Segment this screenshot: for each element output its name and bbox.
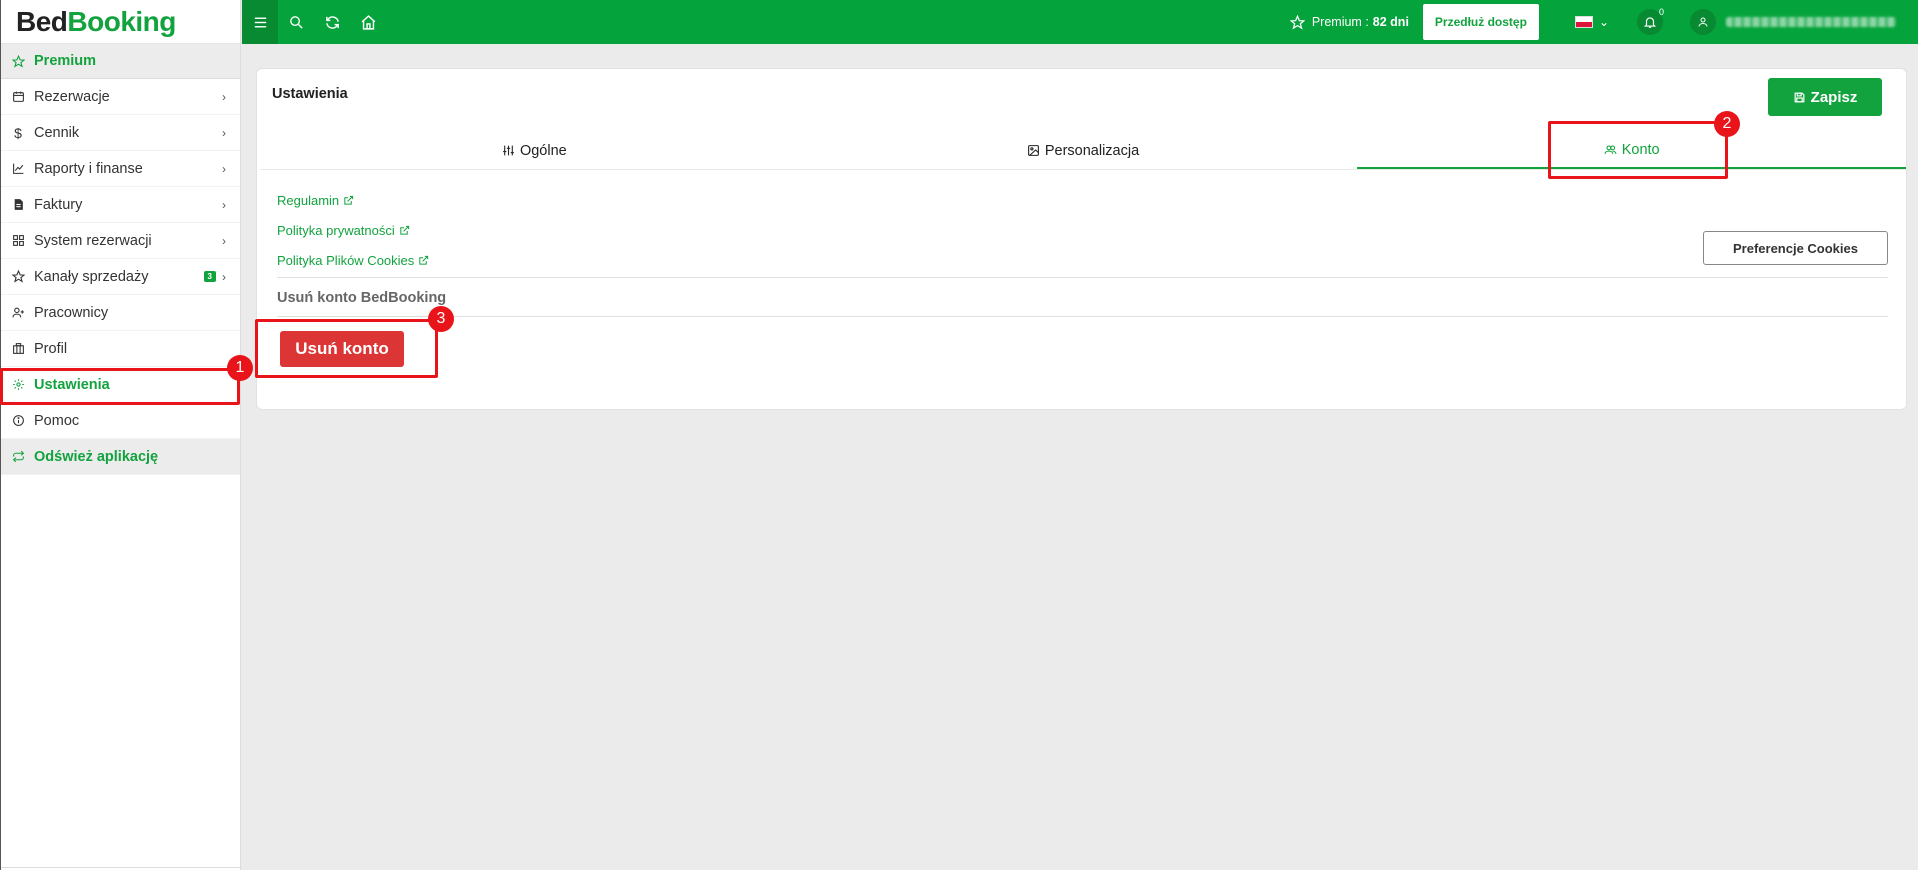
- poland-flag-icon[interactable]: [1574, 16, 1593, 28]
- sidebar: Bed Booking Premium Rezerwacje › $ Cennik…: [0, 0, 241, 870]
- chevron-right-icon: ›: [222, 233, 226, 248]
- sidebar-item-faktury[interactable]: Faktury ›: [1, 187, 240, 223]
- calendar-icon: [11, 90, 25, 104]
- sidebar-nav: Premium Rezerwacje › $ Cennik › Raporty …: [1, 44, 240, 475]
- hamburger-icon: [254, 17, 266, 27]
- logo-text-booking: Booking: [67, 5, 176, 37]
- notifications-button[interactable]: 0: [1637, 7, 1664, 35]
- app-logo[interactable]: Bed Booking: [1, 0, 240, 44]
- refresh-icon: [11, 450, 25, 464]
- star-icon: [11, 270, 25, 284]
- link-label: Polityka Plików Cookies: [277, 252, 415, 268]
- chevron-right-icon: ›: [222, 269, 226, 284]
- annotation-box-3: [255, 319, 438, 378]
- external-link-icon: [419, 255, 429, 265]
- cookie-preferences-button[interactable]: Preferencje Cookies: [1703, 231, 1888, 265]
- annotation-marker-3: 3: [428, 306, 454, 332]
- link-privacy-policy[interactable]: Polityka prywatności: [277, 215, 429, 245]
- sidebar-item-cennik[interactable]: $ Cennik ›: [1, 115, 240, 151]
- legal-links: Regulamin Polityka prywatności Polityka …: [277, 185, 429, 275]
- annotation-box-2: [1548, 121, 1728, 179]
- save-icon: [1794, 92, 1805, 102]
- save-label: Zapisz: [1810, 88, 1858, 106]
- menu-toggle-button[interactable]: [242, 0, 278, 44]
- external-link-icon: [400, 225, 409, 235]
- tab-ogolne[interactable]: Ogólne: [260, 132, 809, 169]
- sidebar-item-raporty[interactable]: Raporty i finanse ›: [1, 151, 240, 187]
- page-title: Ustawienia: [272, 86, 348, 102]
- info-icon: [11, 414, 25, 428]
- sidebar-item-label: Kanały sprzedaży: [34, 268, 149, 285]
- home-icon: [361, 14, 375, 30]
- star-icon: [11, 54, 25, 68]
- sidebar-item-label: Rezerwacje: [34, 88, 110, 105]
- link-label: Regulamin: [277, 192, 340, 208]
- dollar-icon: $: [14, 124, 22, 141]
- annotation-marker-2: 2: [1714, 111, 1740, 137]
- extend-access-button[interactable]: Przedłuż dostęp: [1422, 4, 1539, 40]
- tab-personalizacja[interactable]: Personalizacja: [809, 132, 1358, 169]
- sidebar-item-label: System rezerwacji: [34, 232, 152, 249]
- settings-card: Ustawienia Zapisz Ogólne Personalizacja …: [256, 68, 1907, 410]
- external-link-icon: [344, 195, 354, 205]
- premium-days: 82 dni: [1372, 15, 1409, 29]
- grid-icon: [11, 234, 25, 248]
- sidebar-item-label: Profil: [34, 340, 68, 357]
- user-icon: [1698, 17, 1708, 27]
- logo-text-bed: Bed: [16, 5, 68, 37]
- user-avatar[interactable]: [1690, 9, 1716, 35]
- sidebar-item-pomoc[interactable]: Pomoc: [1, 403, 240, 439]
- search-icon: [289, 15, 303, 29]
- users-icon: [11, 306, 25, 320]
- chevron-right-icon: ›: [222, 161, 226, 176]
- annotation-box-1: [0, 368, 240, 405]
- sync-icon: [325, 15, 339, 29]
- sidebar-item-label: Premium: [34, 53, 97, 69]
- notifications-count: 0: [1658, 7, 1664, 17]
- sidebar-item-label: Pomoc: [34, 412, 80, 429]
- bell-icon: [1643, 17, 1657, 28]
- sidebar-item-pracownicy[interactable]: Pracownicy: [1, 295, 240, 331]
- chevron-right-icon: ›: [222, 125, 226, 140]
- sliders-icon: [503, 145, 514, 156]
- sidebar-item-refresh-app[interactable]: Odśwież aplikację: [1, 439, 240, 475]
- annotation-marker-1: 1: [227, 355, 253, 381]
- link-label: Polityka prywatności: [277, 222, 395, 238]
- channels-count-badge: 3: [203, 271, 216, 282]
- tab-label: Personalizacja: [1044, 142, 1140, 159]
- star-icon: [1289, 14, 1305, 30]
- home-button[interactable]: [350, 0, 386, 44]
- user-name-blurred[interactable]: [1726, 17, 1896, 27]
- top-bar-right: Premium : 82 dni Przedłuż dostęp ⌄ 0: [1289, 0, 1918, 44]
- invoice-icon: [11, 198, 25, 212]
- sidebar-item-label: Pracownicy: [34, 304, 109, 321]
- link-cookie-policy[interactable]: Polityka Plików Cookies: [277, 245, 429, 275]
- sidebar-item-label: Faktury: [34, 196, 83, 213]
- building-icon: [11, 342, 25, 356]
- sidebar-item-profil[interactable]: Profil: [1, 331, 240, 367]
- sidebar-item-premium[interactable]: Premium: [1, 44, 240, 79]
- top-bar: Premium : 82 dni Przedłuż dostęp ⌄ 0: [242, 0, 1918, 44]
- sidebar-item-system-rezerwacji[interactable]: System rezerwacji ›: [1, 223, 240, 259]
- chart-icon: [11, 162, 25, 176]
- save-button[interactable]: Zapisz: [1768, 78, 1882, 116]
- sidebar-item-label: Cennik: [34, 124, 80, 141]
- chevron-right-icon: ›: [222, 89, 226, 104]
- chevron-right-icon: ›: [222, 197, 226, 212]
- chevron-down-icon[interactable]: ⌄: [1599, 15, 1609, 29]
- divider: [277, 316, 1888, 317]
- sidebar-item-label: Raporty i finanse: [34, 160, 143, 177]
- premium-label: Premium :: [1311, 15, 1369, 29]
- divider: [277, 277, 1888, 278]
- tab-label: Ogólne: [519, 142, 567, 159]
- search-button[interactable]: [278, 0, 314, 44]
- premium-status[interactable]: Premium : 82 dni: [1289, 14, 1409, 30]
- sync-button[interactable]: [314, 0, 350, 44]
- image-icon: [1027, 145, 1039, 156]
- link-regulamin[interactable]: Regulamin: [277, 185, 429, 215]
- delete-account-section-title: Usuń konto BedBooking: [277, 290, 447, 306]
- sidebar-item-rezerwacje[interactable]: Rezerwacje ›: [1, 79, 240, 115]
- sidebar-item-kanaly-sprzedazy[interactable]: Kanały sprzedaży 3 ›: [1, 259, 240, 295]
- sidebar-item-label: Odśwież aplikację: [34, 448, 159, 465]
